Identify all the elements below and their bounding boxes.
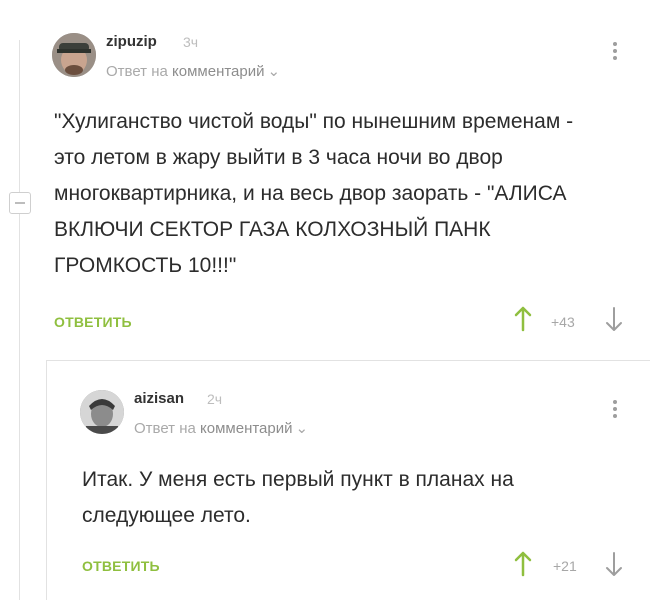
- reply-to-link[interactable]: Ответ на комментарий ⌄: [134, 419, 308, 437]
- rating-count: +21: [553, 558, 577, 574]
- reply-to-target: комментарий: [200, 420, 293, 437]
- reply-to-prefix: Ответ на: [134, 420, 196, 437]
- avatar[interactable]: [80, 390, 124, 434]
- upvote-arrow-icon[interactable]: [514, 551, 532, 577]
- downvote-arrow-icon[interactable]: [605, 551, 623, 577]
- comment-time: 2ч: [207, 391, 223, 407]
- comment-aizisan: aizisan 2ч Ответ на комментарий ⌄ Итак. У…: [0, 0, 650, 600]
- user-avatar-icon: [80, 390, 124, 434]
- more-options-icon[interactable]: [612, 400, 618, 421]
- chevron-down-icon: ⌄: [295, 420, 309, 437]
- comment-body: Итак. У меня есть первый пункт в планах …: [82, 468, 514, 527]
- reply-button[interactable]: ОТВЕТИТЬ: [82, 558, 160, 574]
- comment-username[interactable]: aizisan: [134, 390, 184, 407]
